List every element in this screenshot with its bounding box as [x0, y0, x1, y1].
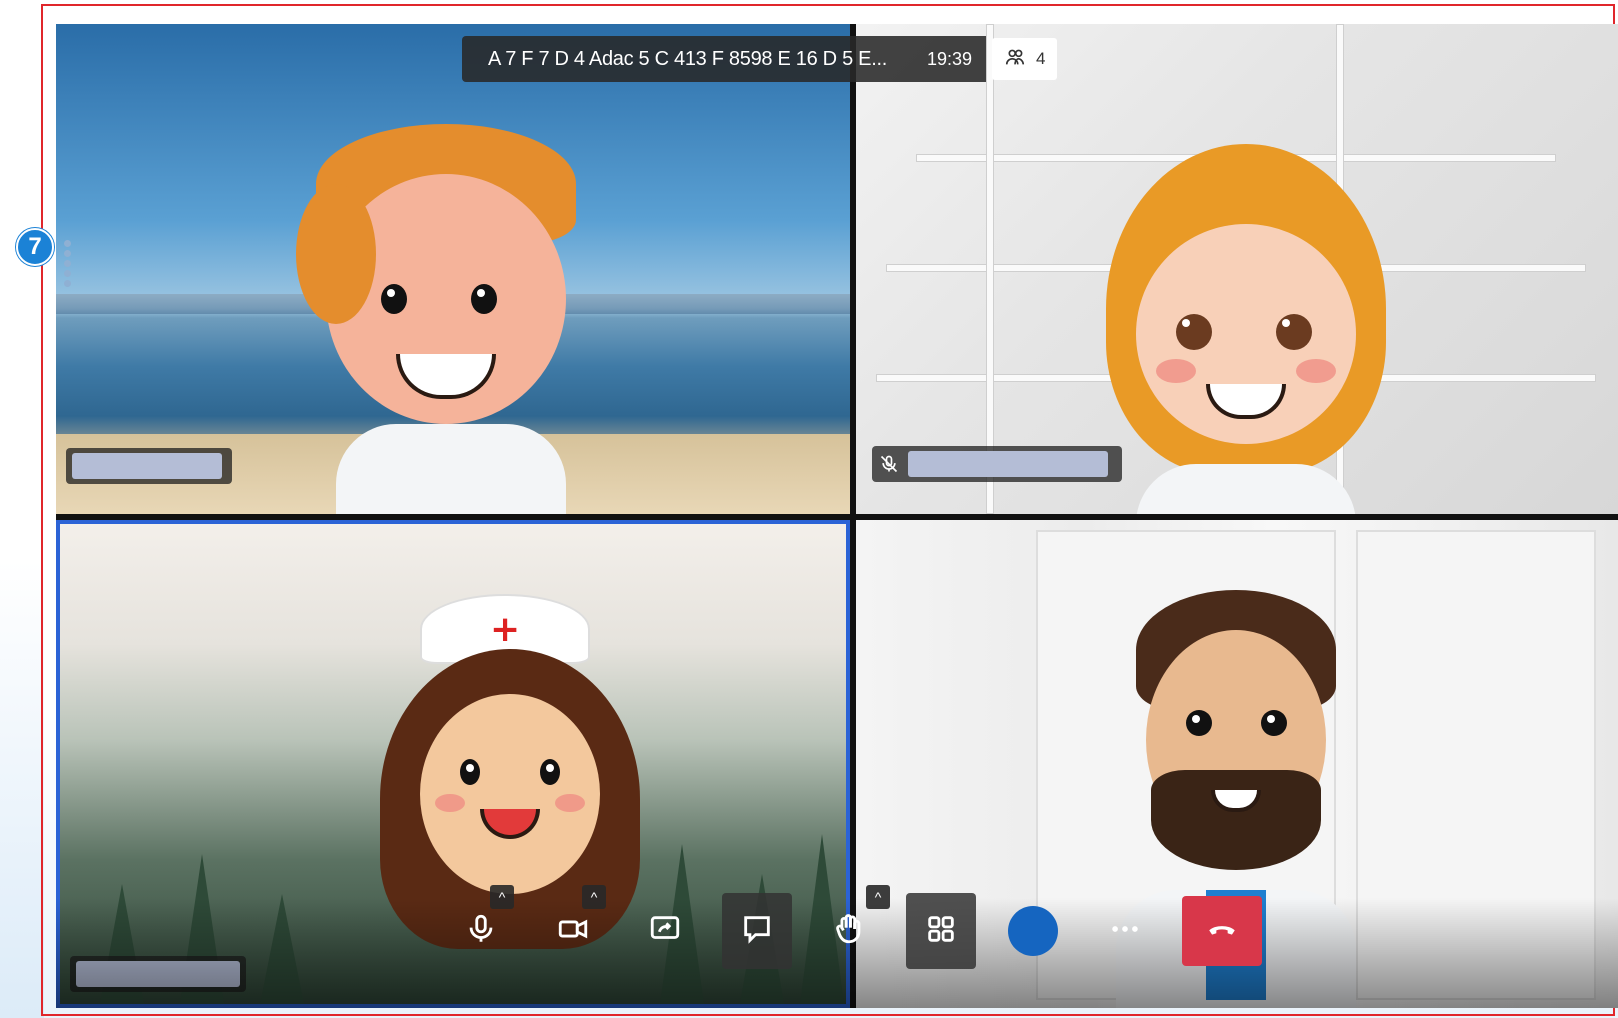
- raise-hand-options-chevron-up-icon[interactable]: ^: [866, 885, 890, 909]
- video-camera-icon: [556, 912, 590, 951]
- participant-tile-top-right[interactable]: [856, 24, 1618, 514]
- grid-layout-button[interactable]: [906, 893, 976, 969]
- share-screen-icon: [648, 912, 682, 951]
- meeting-window: + A 7 F 7 D 4 Adac 5 C 413 F 8598 E 16 D…: [56, 24, 1618, 1008]
- microphone-icon: [464, 912, 498, 951]
- record-icon: [1008, 906, 1058, 956]
- meeting-toolbar: ^ ^ ^: [436, 885, 1272, 976]
- raise-hand-button[interactable]: ^: [814, 885, 890, 969]
- participant-tile-top-left[interactable]: [56, 24, 850, 514]
- participant-name-plate: [872, 446, 1122, 482]
- participant-name-plate: [66, 448, 232, 484]
- microphone-options-chevron-up-icon[interactable]: ^: [490, 885, 514, 909]
- end-call-button[interactable]: [1182, 896, 1262, 966]
- chat-icon: [740, 912, 774, 951]
- grid-layout-icon: [924, 912, 958, 951]
- step-badge: 7: [16, 228, 54, 266]
- participant-count: 4: [1036, 49, 1046, 68]
- meeting-info-bar: A 7 F 7 D 4 Adac 5 C 413 F 8598 E 16 D 5…: [462, 36, 1058, 82]
- meeting-timer: 19:39: [912, 36, 987, 82]
- camera-button[interactable]: ^: [538, 885, 608, 969]
- participants-button[interactable]: 4: [992, 38, 1058, 80]
- chat-button[interactable]: [722, 893, 792, 969]
- share-screen-button[interactable]: [630, 893, 700, 969]
- participants-icon: [1004, 46, 1026, 73]
- record-button[interactable]: [998, 893, 1068, 969]
- meeting-title: A 7 F 7 D 4 Adac 5 C 413 F 8598 E 16 D 5…: [462, 36, 913, 82]
- camera-options-chevron-up-icon[interactable]: ^: [582, 885, 606, 909]
- microphone-muted-icon: [878, 453, 900, 475]
- female-doctor-avatar: [1096, 144, 1396, 514]
- left-accent-background: [0, 0, 44, 1018]
- more-options-button[interactable]: [1090, 893, 1160, 969]
- drag-handle[interactable]: [64, 240, 72, 290]
- more-icon: [1108, 912, 1142, 951]
- shelf: [986, 24, 994, 514]
- end-call-icon: [1205, 912, 1239, 951]
- doctor-avatar: [256, 124, 636, 514]
- page: 7 + A 7 F 7 D 4 Adac 5 C 413 F 8598 E 16…: [0, 0, 1618, 1018]
- microphone-button[interactable]: ^: [446, 885, 516, 969]
- raise-hand-icon: [832, 912, 866, 951]
